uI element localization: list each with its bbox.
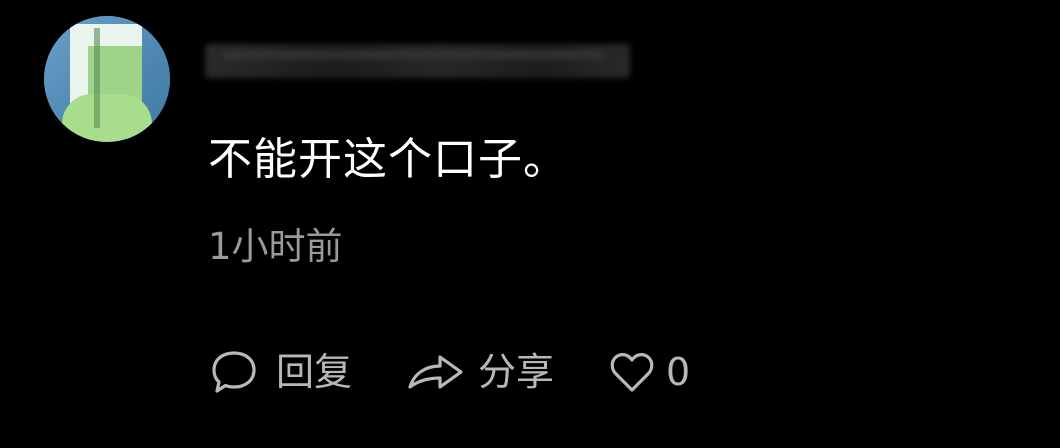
reply-button[interactable]: 回复 [208,347,352,397]
comment-timestamp: 1小时前 [208,225,343,268]
reply-label: 回复 [276,350,353,394]
share-label: 分享 [478,350,555,394]
speech-bubble-icon [212,351,256,393]
like-count: 0 [666,350,691,394]
username-redacted [205,44,630,78]
comment-text: 不能开这个口子。 [208,134,568,185]
comment-item: 不能开这个口子。 1小时前 回复 分享 0 [0,0,1060,448]
share-arrow-icon [408,355,463,389]
like-button[interactable]: 0 [606,347,690,397]
heart-icon [610,353,654,392]
avatar[interactable] [44,16,170,142]
share-button[interactable]: 分享 [404,347,554,397]
comment-actions: 回复 分享 0 [208,344,690,400]
